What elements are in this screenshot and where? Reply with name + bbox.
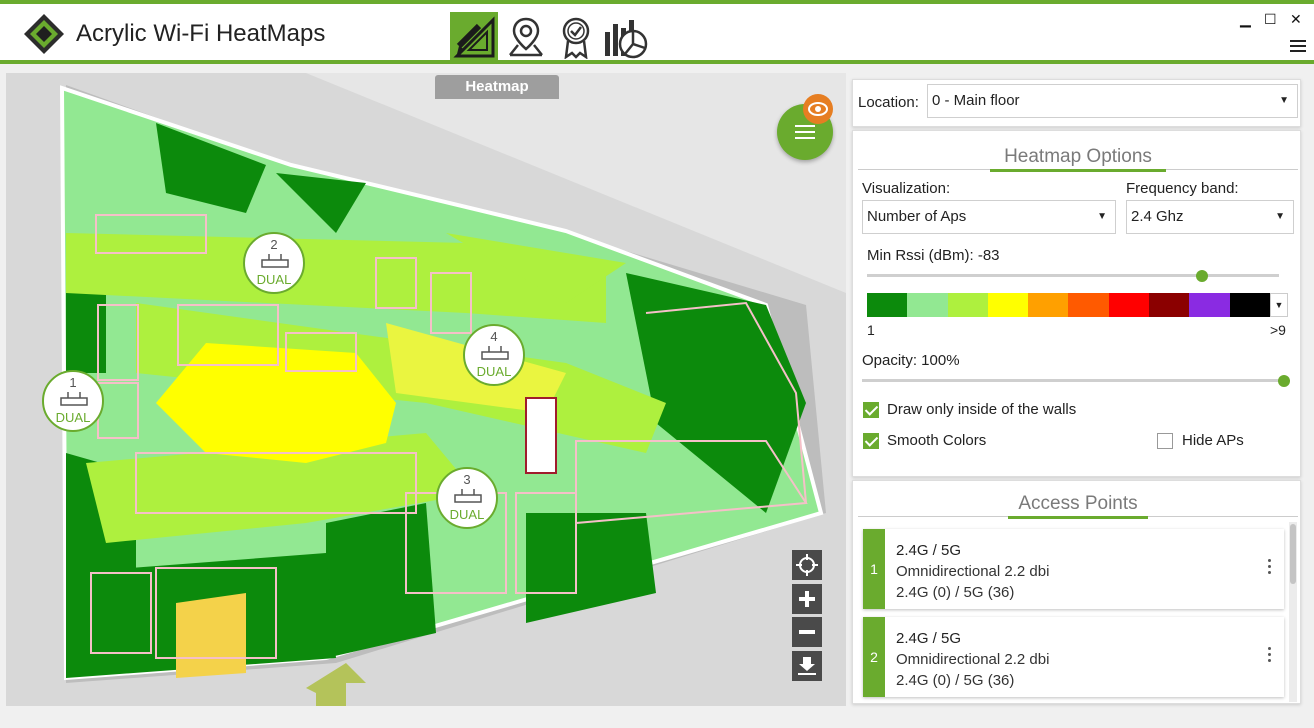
draw-inside-walls-checkbox[interactable]: [863, 402, 879, 418]
ap-bands: 2.4G / 5G: [896, 542, 962, 559]
scale-dropdown-icon[interactable]: ▼: [1270, 293, 1288, 317]
map-mode-tab[interactable]: Heatmap: [435, 75, 559, 99]
ap-antenna: Omnidirectional 2.2 dbi: [896, 651, 1050, 668]
chevron-down-icon: ▼: [1279, 95, 1289, 106]
chevron-down-icon: ▼: [1275, 211, 1285, 222]
ap-marker-4[interactable]: 4 DUAL: [463, 324, 525, 386]
frequency-label: Frequency band:: [1126, 180, 1239, 197]
opacity-label: Opacity: 100%: [862, 352, 960, 369]
visualization-select[interactable]: Number of Aps ▼: [862, 200, 1116, 234]
scale-swatch-5: [1028, 293, 1069, 317]
frequency-select[interactable]: 2.4 Ghz ▼: [1126, 200, 1294, 234]
access-points-scrollbar[interactable]: [1289, 522, 1297, 702]
minus-icon: [799, 630, 815, 634]
badge-icon: [562, 17, 590, 59]
ap-bands: 2.4G / 5G: [896, 630, 962, 647]
locate-button[interactable]: [792, 550, 822, 580]
ap-marker-2[interactable]: 2 DUAL: [243, 232, 305, 294]
status-bar: [0, 708, 1314, 728]
zoom-out-button[interactable]: [792, 617, 822, 647]
maximize-button[interactable]: ☐: [1264, 12, 1277, 26]
eye-icon[interactable]: [803, 94, 833, 124]
min-rssi-slider-thumb[interactable]: [1196, 270, 1208, 282]
router-icon: [481, 346, 509, 360]
location-tool[interactable]: [502, 12, 550, 62]
router-icon: [261, 254, 289, 268]
close-button[interactable]: ✕: [1290, 12, 1302, 26]
reports-tool[interactable]: [602, 12, 650, 62]
ap-marker-1[interactable]: 1 DUAL: [42, 370, 104, 432]
scale-swatch-2: [907, 293, 948, 317]
chevron-down-icon: ▼: [1097, 211, 1107, 222]
opacity-slider[interactable]: [862, 379, 1282, 382]
certification-tool[interactable]: [552, 12, 600, 62]
scale-swatch-10: [1229, 293, 1270, 317]
app-logo-icon: [24, 14, 64, 54]
ap-antenna: Omnidirectional 2.2 dbi: [896, 563, 1050, 580]
scale-swatch-1: [867, 293, 908, 317]
crosshair-icon: [796, 554, 818, 576]
color-scale[interactable]: [867, 293, 1270, 317]
location-select[interactable]: 0 - Main floor ▼: [927, 84, 1298, 118]
scale-swatch-7: [1108, 293, 1150, 317]
chart-icon: [605, 20, 648, 59]
scale-max-label: >9: [1270, 322, 1286, 338]
router-icon: [454, 489, 482, 503]
app-title: Acrylic Wi-Fi HeatMaps: [76, 20, 326, 47]
download-icon: [798, 657, 816, 675]
app-menu-icon[interactable]: [1290, 40, 1306, 55]
ap-marker-3[interactable]: 3 DUAL: [436, 467, 498, 529]
opacity-slider-thumb[interactable]: [1278, 375, 1290, 387]
ap-channels: 2.4G (0) / 5G (36): [896, 584, 1015, 601]
visualization-label: Visualization:: [862, 180, 951, 197]
scale-swatch-4: [987, 293, 1029, 317]
heatmap-canvas[interactable]: [6, 73, 846, 706]
title-bar: Acrylic Wi-Fi HeatMaps ▁ ☐ ✕: [0, 4, 1314, 62]
scale-swatch-3: [947, 293, 988, 317]
plus-icon: [799, 591, 815, 607]
ap-list-item-2[interactable]: 2 2.4G / 5G Omnidirectional 2.2 dbi 2.4G…: [863, 617, 1284, 697]
heatmap-options-title: Heatmap Options: [1004, 146, 1152, 167]
smooth-colors-label: Smooth Colors: [887, 432, 987, 449]
title-underline: [0, 60, 1314, 64]
more-options-icon[interactable]: [1268, 559, 1272, 577]
hide-aps-label: Hide APs: [1182, 432, 1244, 449]
router-icon: [60, 392, 88, 406]
ap-channels: 2.4G (0) / 5G (36): [896, 672, 1015, 689]
scale-swatch-8: [1149, 293, 1190, 317]
pencil-ruler-icon: [453, 16, 495, 58]
hide-aps-checkbox[interactable]: [1157, 433, 1173, 449]
scrollbar-thumb[interactable]: [1290, 524, 1296, 584]
min-rssi-slider[interactable]: [867, 274, 1279, 277]
edit-plan-tool[interactable]: [450, 12, 498, 62]
zoom-in-button[interactable]: [792, 584, 822, 614]
title-underline-accent: [990, 169, 1166, 172]
draw-inside-walls-label: Draw only inside of the walls: [887, 401, 1077, 418]
scale-swatch-9: [1189, 293, 1230, 317]
map-pin-icon: [509, 17, 543, 57]
hamburger-icon: [795, 125, 815, 143]
more-options-icon[interactable]: [1268, 647, 1272, 665]
scale-min-label: 1: [867, 322, 875, 338]
title-underline-accent: [1008, 516, 1148, 519]
min-rssi-label: Min Rssi (dBm): -83: [867, 247, 1000, 264]
scale-swatch-6: [1068, 293, 1109, 317]
smooth-colors-checkbox[interactable]: [863, 433, 879, 449]
access-points-title: Access Points: [1018, 493, 1138, 514]
location-label: Location:: [858, 94, 919, 111]
floor-plan-heatmap: [6, 73, 846, 706]
minimize-button[interactable]: ▁: [1240, 12, 1251, 26]
download-button[interactable]: [792, 651, 822, 681]
ap-list-item-1[interactable]: 1 2.4G / 5G Omnidirectional 2.2 dbi 2.4G…: [863, 529, 1284, 609]
